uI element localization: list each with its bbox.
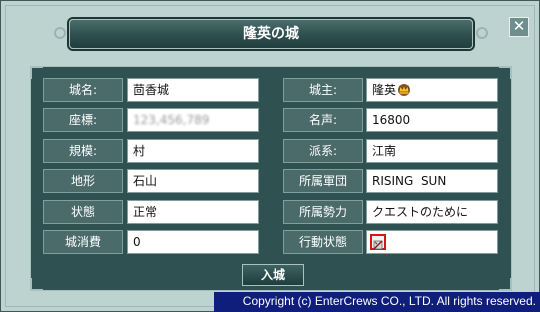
crown-icon (398, 83, 411, 96)
faction-value: 江南 (366, 139, 498, 163)
state-value: 正常 (127, 200, 259, 224)
action-status-icon[interactable] (370, 234, 386, 250)
coordinates-label: 座標: (43, 108, 123, 132)
status-symbol-icon (373, 240, 383, 250)
title-bar: 隆英の城 (54, 19, 488, 49)
castle-owner-label: 城主: (283, 78, 363, 102)
corner-ornament-icon (30, 66, 43, 79)
legion-label: 所属軍団 (283, 169, 363, 193)
scale-label: 規模: (43, 139, 123, 163)
action-status-label: 行動状態 (283, 230, 363, 254)
enter-castle-button[interactable]: 入城 (242, 264, 304, 286)
fame-label: 名声: (283, 108, 363, 132)
castle-consumption-label: 城消費 (43, 230, 123, 254)
close-button[interactable]: ✕ (509, 17, 529, 37)
corner-ornament-icon (499, 66, 512, 79)
alliance-value: クエストのために (366, 200, 498, 224)
title-ornament-left (54, 27, 66, 39)
corner-ornament-icon (30, 278, 43, 291)
castle-name-value: 茴香城 (127, 78, 259, 102)
alliance-label: 所属勢力 (283, 200, 363, 224)
corner-ornament-icon (499, 278, 512, 291)
legion-value: RISING SUN (366, 169, 498, 193)
close-icon: ✕ (512, 17, 526, 35)
castle-owner-name: 隆英 (372, 83, 397, 97)
castle-consumption-value: 0 (127, 230, 259, 254)
copyright-notice: Copyright (c) EnterCrews CO., LTD. All r… (214, 292, 540, 312)
fame-value: 16800 (366, 108, 498, 132)
coordinates-text: 123,456,789 (133, 113, 210, 127)
coordinates-value: 123,456,789 (127, 108, 259, 132)
terrain-value: 石山 (127, 169, 259, 193)
state-label: 状態 (43, 200, 123, 224)
action-status-value (366, 230, 498, 254)
castle-name-label: 城名: (43, 78, 123, 102)
scale-value: 村 (127, 139, 259, 163)
title-ornament-right (476, 27, 488, 39)
castle-info-window: 隆英の城 ✕ 城名: 茴香城 座標: 123,456,789 規模: 村 地形 … (0, 0, 540, 312)
castle-owner-value: 隆英 (366, 78, 498, 102)
terrain-label: 地形 (43, 169, 123, 193)
window-title: 隆英の城 (243, 26, 299, 42)
faction-label: 派系: (283, 139, 363, 163)
